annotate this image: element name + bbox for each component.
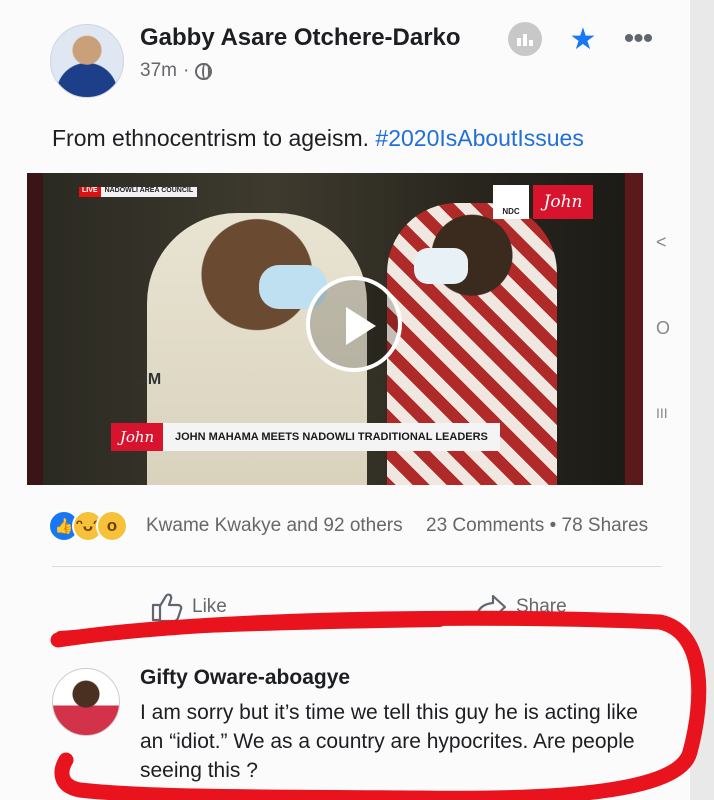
globe-icon	[195, 62, 213, 80]
shares-count[interactable]: 78 Shares	[562, 515, 649, 536]
comment-author[interactable]: Gifty Oware-aboagye	[140, 666, 350, 690]
more-icon[interactable]: •••	[618, 22, 658, 56]
post-time[interactable]: 37m	[140, 60, 177, 82]
live-label: LIVE	[79, 187, 101, 197]
counts-dot: •	[549, 515, 557, 536]
post-author[interactable]: Gabby Asare Otchere-Darko	[140, 24, 461, 52]
thumbs-up-icon	[150, 592, 184, 622]
video-frame-edge	[625, 173, 643, 485]
post-text: From ethnocentrism to ageism. #2020IsAbo…	[52, 125, 584, 152]
video-caption: JOHN MAHAMA MEETS NADOWLI TRADITIONAL LE…	[163, 423, 500, 451]
live-tag: LIVE NADOWLI AREA COUNCIL	[79, 187, 198, 197]
meta-separator: ·	[182, 60, 190, 81]
divider	[52, 566, 662, 567]
wow-reaction-icon: o	[96, 510, 128, 542]
play-icon[interactable]	[306, 276, 402, 372]
stats-icon[interactable]	[508, 22, 542, 56]
share-button[interactable]: Share	[474, 592, 567, 622]
home-icon[interactable]: O	[656, 318, 670, 339]
engagement-counts: 23 Comments • 78 Shares	[426, 515, 648, 537]
author-avatar[interactable]	[50, 24, 124, 98]
shirt-text: JM	[139, 371, 162, 388]
channel-logo: John	[533, 185, 593, 219]
like-label: Like	[192, 596, 227, 617]
comments-count[interactable]: 23 Comments	[426, 515, 544, 536]
location-label: NADOWLI AREA COUNCIL	[100, 187, 198, 197]
face-mask-right	[414, 248, 468, 284]
commenter-avatar[interactable]	[52, 668, 120, 736]
comment-text: I am sorry but it’s time we tell this gu…	[140, 701, 638, 782]
reactors-summary[interactable]: Kwame Kwakye and 92 others	[146, 515, 403, 537]
recents-icon[interactable]: III	[656, 405, 668, 421]
video-player[interactable]: LIVE NADOWLI AREA COUNCIL NDC John JM Jo…	[27, 173, 643, 485]
post-meta: 37m ·	[140, 60, 213, 82]
post-body: From ethnocentrism to ageism.	[52, 125, 370, 151]
reaction-icons[interactable]: 👍 ᵔᴗᵔ o	[48, 510, 128, 542]
share-icon	[474, 592, 508, 622]
hashtag-link[interactable]: #2020IsAboutIssues	[375, 125, 583, 151]
share-label: Share	[516, 596, 567, 617]
back-icon[interactable]: <	[656, 232, 667, 253]
star-icon[interactable]: ★	[566, 22, 600, 56]
lower-third-logo: John	[111, 423, 163, 451]
side-panel	[690, 0, 714, 800]
lower-third: John JOHN MAHAMA MEETS NADOWLI TRADITION…	[111, 423, 500, 451]
ndc-logo: NDC	[493, 185, 529, 219]
like-button[interactable]: Like	[150, 592, 227, 622]
